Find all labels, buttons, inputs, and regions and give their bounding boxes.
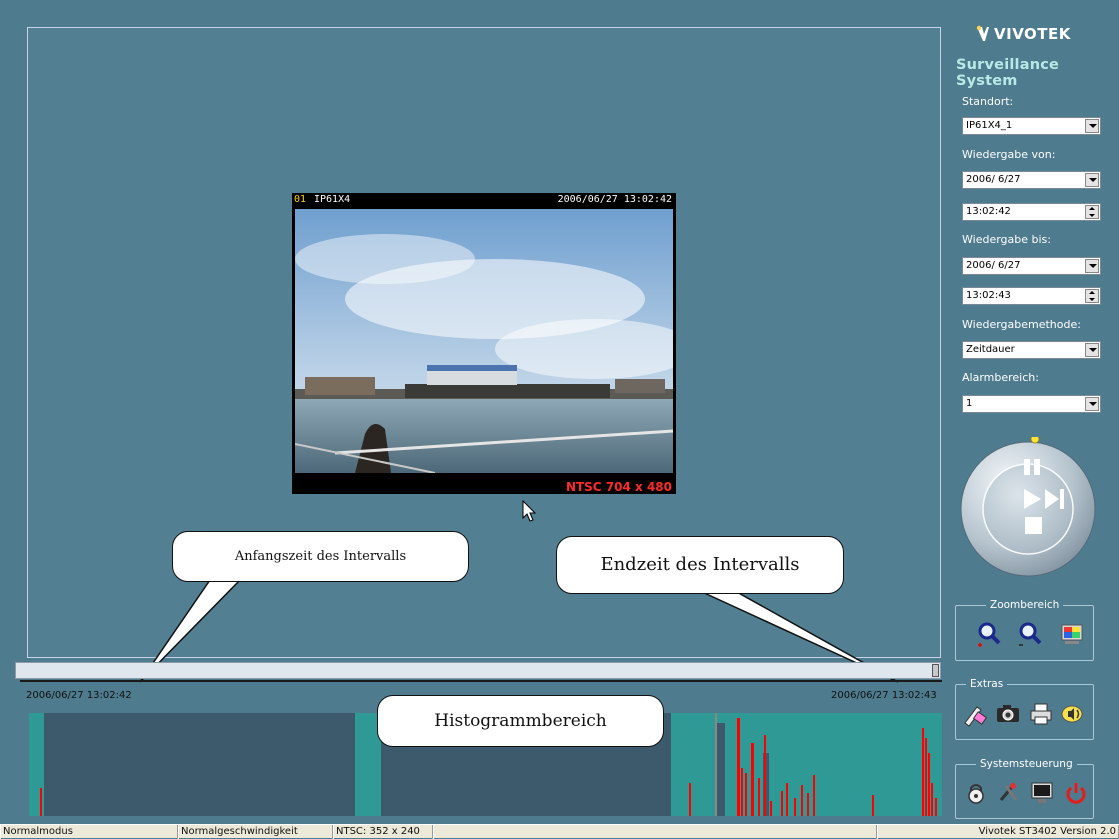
alarmbereich-label: Alarmbereich:: [962, 371, 1039, 384]
von-date-select[interactable]: 2006/ 6/27: [962, 171, 1101, 189]
wiedergabemethode-select[interactable]: Zeitdauer: [962, 341, 1101, 359]
von-date-value: 2006/ 6/27: [966, 174, 1021, 185]
chevron-down-icon[interactable]: [1085, 119, 1099, 133]
chevron-down-icon[interactable]: [1085, 259, 1099, 273]
callout-histogram: Histogrammbereich: [377, 695, 664, 747]
bis-time-spinner[interactable]: 13:02:43: [962, 287, 1101, 305]
system-group-title: Systemsteuerung: [976, 758, 1077, 770]
standort-label: Standort:: [962, 95, 1014, 108]
chevron-down-icon[interactable]: [1085, 173, 1099, 187]
standort-value: IP61X4_1: [966, 120, 1013, 131]
bis-date-value: 2006/ 6/27: [966, 260, 1021, 271]
power-icon[interactable]: [1063, 780, 1089, 806]
stop-icon[interactable]: [1025, 517, 1042, 534]
zoom-in-icon[interactable]: [976, 621, 1002, 647]
standort-select[interactable]: IP61X4_1: [962, 117, 1101, 135]
chevron-down-icon[interactable]: [1085, 397, 1099, 411]
zoom-out-icon[interactable]: [1017, 621, 1043, 647]
von-time-value: 13:02:42: [966, 206, 1011, 217]
callout-start-time: Anfangszeit des Intervalls: [172, 531, 469, 582]
vivotek-logo-icon: [976, 25, 989, 41]
spinner-arrows-icon[interactable]: [1085, 205, 1099, 219]
interval-start-time: 2006/06/27 13:02:42: [26, 690, 132, 701]
time-slider[interactable]: [15, 662, 941, 679]
audio-speaker-icon[interactable]: [1060, 701, 1086, 727]
time-slider-thumb[interactable]: [932, 664, 939, 677]
bis-date-select[interactable]: 2006/ 6/27: [962, 257, 1101, 275]
print-icon[interactable]: [1028, 701, 1054, 727]
status-empty: [433, 825, 877, 839]
wiedergabemethode-value: Zeitdauer: [966, 344, 1015, 355]
zoom-group-title: Zoombereich: [986, 599, 1064, 611]
fit-view-icon[interactable]: [1059, 621, 1085, 647]
chevron-down-icon[interactable]: [1085, 343, 1099, 357]
alarmbereich-select[interactable]: 1: [962, 395, 1101, 413]
status-format: NTSC: 352 x 240: [333, 825, 433, 839]
monitor-icon[interactable]: [1029, 780, 1055, 806]
status-bar: Normalmodus Normalgeschwindigkeit NTSC: …: [0, 824, 1119, 839]
edit-clip-icon[interactable]: [961, 701, 987, 727]
app-subtitle: Surveillance System: [956, 57, 1060, 89]
extras-group-title: Extras: [966, 678, 1008, 690]
interval-end-time: 2006/06/27 13:02:43: [831, 690, 937, 701]
spinner-arrows-icon[interactable]: [1085, 289, 1099, 303]
settings-tools-icon[interactable]: [996, 780, 1022, 806]
status-speed: Normalgeschwindigkeit: [178, 825, 333, 839]
lock-icon[interactable]: [963, 780, 989, 806]
von-time-spinner[interactable]: 13:02:42: [962, 203, 1101, 221]
status-version: Vivotek ST3402 Version 2.0: [877, 825, 1119, 839]
vivotek-logo: VIVOTEK: [994, 25, 1071, 43]
bis-time-value: 13:02:43: [966, 290, 1011, 301]
alarmbereich-value: 1: [966, 398, 973, 409]
snapshot-camera-icon[interactable]: [995, 701, 1021, 727]
status-mode: Normalmodus: [0, 825, 178, 839]
wiedergabemethode-label: Wiedergabemethode:: [962, 318, 1081, 331]
wiedergabe-bis-label: Wiedergabe bis:: [962, 233, 1051, 246]
callout-end-time: Endzeit des Intervalls: [556, 536, 844, 594]
time-range-line: [20, 680, 942, 682]
playback-control-pad: [960, 437, 1096, 577]
wiedergabe-von-label: Wiedergabe von:: [962, 148, 1056, 161]
